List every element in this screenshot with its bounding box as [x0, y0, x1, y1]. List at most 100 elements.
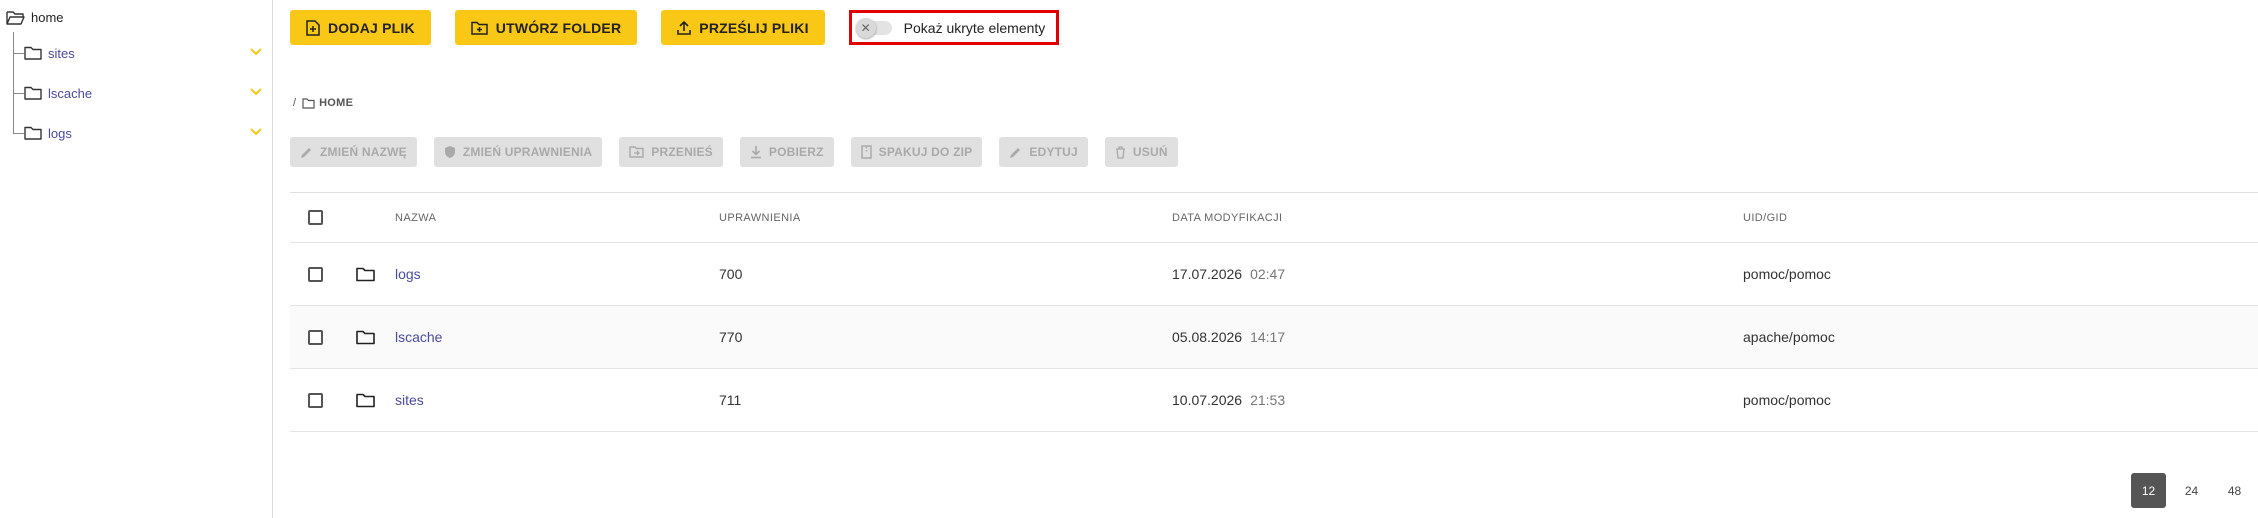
edit-label: EDYTUJ — [1029, 145, 1078, 159]
download-icon — [750, 145, 762, 159]
upload-icon — [677, 20, 692, 35]
add-file-label: DODAJ PLIK — [328, 19, 415, 36]
download-button[interactable]: POBIERZ — [739, 137, 834, 167]
column-header-permissions[interactable]: UPRAWNIENIA — [719, 193, 801, 242]
tree-item-label: lscache — [48, 85, 93, 101]
tree-item-sites[interactable]: sites — [13, 43, 262, 63]
modified-value: 17.07.2026 02:47 — [1172, 243, 1285, 305]
change-permissions-label: ZMIEŃ UPRAWNIENIA — [462, 145, 593, 159]
breadcrumb-home[interactable]: HOME — [319, 97, 353, 109]
selection-actions-toolbar: ZMIEŃ NAZWĘ ZMIEŃ UPRAWNIENIA PRZENIEŚ P… — [290, 137, 1195, 167]
zip-file-icon — [860, 145, 872, 159]
folder-tree-sidebar: home sites lscache logs — [0, 0, 273, 518]
folder-plus-icon — [471, 21, 488, 35]
tree-item-home[interactable]: home — [6, 10, 64, 25]
show-hidden-toggle[interactable]: ✕ Pokaż ukryte elementy — [848, 10, 1059, 45]
tree-item-logs[interactable]: logs — [13, 123, 262, 143]
chevron-down-icon[interactable] — [249, 124, 263, 142]
toggle-track[interactable]: ✕ — [855, 17, 892, 38]
row-checkbox[interactable] — [308, 266, 323, 282]
tree-branch-line — [13, 92, 24, 94]
row-checkbox[interactable] — [308, 329, 323, 345]
tree-item-label: sites — [48, 45, 75, 61]
folder-icon — [24, 46, 42, 60]
permissions-value: 770 — [719, 329, 743, 345]
breadcrumb: / HOME — [293, 97, 353, 109]
zip-button[interactable]: SPAKUJ DO ZIP — [850, 137, 983, 167]
page-size-24[interactable]: 24 — [2174, 473, 2209, 508]
modified-time: 21:53 — [1250, 392, 1286, 408]
shield-icon — [444, 145, 456, 159]
page-size-12[interactable]: 12 — [2131, 473, 2166, 508]
file-name-link[interactable]: lscache — [395, 306, 442, 368]
create-folder-label: UTWÓRZ FOLDER — [495, 19, 622, 36]
breadcrumb-separator: / — [293, 97, 297, 109]
table-row[interactable]: lscache 770 05.08.2026 14:17 apache/pomo… — [290, 306, 2258, 369]
chevron-down-icon[interactable] — [249, 84, 263, 102]
trash-icon — [1115, 145, 1126, 159]
folder-icon — [356, 369, 375, 431]
select-all-checkbox[interactable] — [308, 210, 323, 225]
folder-icon — [24, 86, 42, 100]
edit-button[interactable]: EDYTUJ — [999, 137, 1088, 167]
zip-label: SPAKUJ DO ZIP — [878, 145, 973, 159]
rename-label: ZMIEŃ NAZWĘ — [320, 145, 407, 159]
tree-item-label: logs — [48, 125, 72, 141]
modified-date: 17.07.2026 — [1172, 266, 1243, 282]
page-size-48[interactable]: 48 — [2217, 473, 2252, 508]
file-table: NAZWA UPRAWNIENIA DATA MODYFIKACJI UID/G… — [290, 192, 2258, 432]
tree-item-lscache[interactable]: lscache — [13, 83, 262, 103]
uid-gid-value: pomoc/pomoc — [1743, 266, 1831, 282]
file-name-link[interactable]: sites — [395, 369, 424, 431]
move-label: PRZENIEŚ — [651, 145, 713, 159]
modified-date: 10.07.2026 — [1172, 392, 1243, 408]
show-hidden-label: Pokaż ukryte elementy — [903, 19, 1046, 36]
upload-files-button[interactable]: PRZEŚLIJ PLIKI — [661, 10, 825, 45]
modified-date: 05.08.2026 — [1172, 329, 1243, 345]
create-folder-button[interactable]: UTWÓRZ FOLDER — [454, 10, 638, 45]
row-select-cell — [308, 243, 323, 305]
tree-item-label: home — [31, 10, 64, 25]
uid-gid-value: pomoc/pomoc — [1743, 392, 1831, 408]
modified-time: 02:47 — [1250, 266, 1286, 282]
table-row[interactable]: logs 700 17.07.2026 02:47 pomoc/pomoc — [290, 243, 2258, 306]
file-toolbar: DODAJ PLIK UTWÓRZ FOLDER PRZEŚLIJ PLIKI … — [290, 10, 1059, 45]
download-label: POBIERZ — [768, 145, 824, 159]
modified-value: 10.07.2026 21:53 — [1172, 369, 1285, 431]
delete-label: USUŃ — [1132, 145, 1168, 159]
permissions-value: 711 — [719, 392, 742, 408]
column-header-uid-gid[interactable]: UID/GID — [1743, 193, 1787, 242]
page-size-selector: 12 24 48 — [2123, 473, 2252, 508]
modified-time: 14:17 — [1250, 329, 1286, 345]
folder-open-icon — [6, 10, 25, 25]
column-header-name[interactable]: NAZWA — [395, 193, 436, 242]
close-icon: ✕ — [855, 17, 876, 38]
column-header-modified[interactable]: DATA MODYFIKACJI — [1172, 193, 1283, 242]
file-plus-icon — [306, 19, 320, 36]
move-button[interactable]: PRZENIEŚ — [619, 137, 723, 167]
folder-icon — [356, 243, 375, 305]
file-name-link[interactable]: logs — [395, 243, 421, 305]
row-checkbox[interactable] — [308, 392, 323, 408]
table-header-row: NAZWA UPRAWNIENIA DATA MODYFIKACJI UID/G… — [290, 192, 2258, 243]
row-select-cell — [308, 306, 323, 368]
delete-button[interactable]: USUŃ — [1104, 137, 1178, 167]
chevron-down-icon[interactable] — [249, 44, 263, 62]
tree-branch-line — [13, 52, 24, 54]
table-row[interactable]: sites 711 10.07.2026 21:53 pomoc/pomoc — [290, 369, 2258, 432]
select-all-cell — [308, 193, 323, 242]
change-permissions-button[interactable]: ZMIEŃ UPRAWNIENIA — [433, 137, 603, 167]
modified-value: 05.08.2026 14:17 — [1172, 306, 1285, 368]
uid-gid-value: apache/pomoc — [1743, 329, 1835, 345]
rename-button[interactable]: ZMIEŃ NAZWĘ — [290, 137, 417, 167]
permissions-value: 700 — [719, 266, 743, 282]
row-select-cell — [308, 369, 323, 431]
pencil-icon — [300, 146, 313, 159]
folder-icon — [356, 306, 375, 368]
add-file-button[interactable]: DODAJ PLIK — [290, 10, 431, 45]
pencil-icon — [1009, 146, 1022, 159]
folder-move-icon — [629, 146, 644, 158]
folder-icon — [302, 97, 315, 109]
folder-icon — [24, 126, 42, 140]
tree-branch-line — [13, 132, 24, 134]
